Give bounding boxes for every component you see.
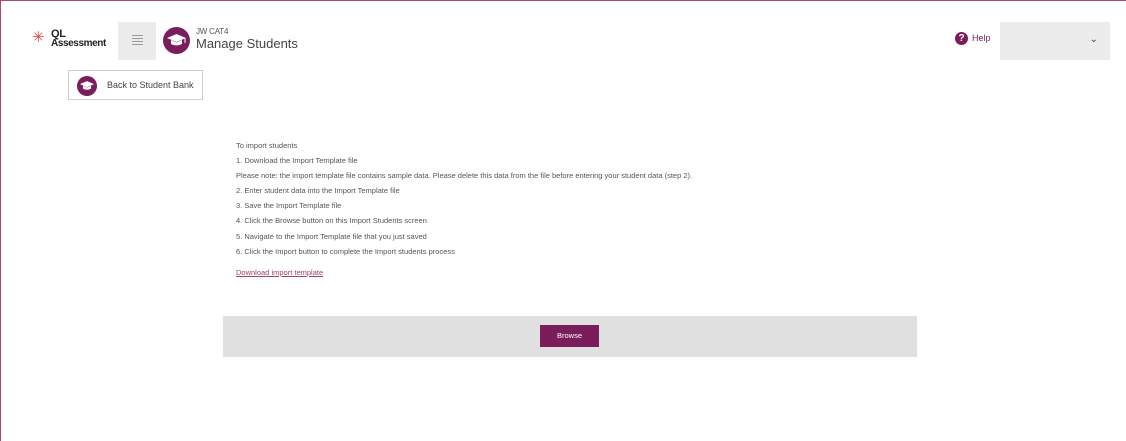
browse-bar: Browse [223,316,917,357]
graduation-cap-icon [163,27,190,54]
back-button-label: Back to Student Bank [107,80,194,90]
import-instructions: To import students 1. Download the Impor… [236,141,936,280]
logo-burst-icon: ✳ [32,29,45,46]
download-template-link[interactable]: Download import template [236,268,323,278]
menu-toggle-button[interactable] [118,22,156,60]
hamburger-icon [132,35,143,45]
instruction-step: 3. Save the Import Template file [236,201,342,211]
back-to-student-bank-button[interactable]: Back to Student Bank [68,70,203,100]
browse-button[interactable]: Browse [540,325,599,347]
instruction-note: Please note: the import template file co… [236,171,693,181]
logo-text-line2: Assessment [51,38,106,49]
chevron-down-icon: ⌄ [1089,34,1098,45]
page-subtitle: JW CAT4 [196,27,229,36]
instruction-heading: To import students [236,141,298,150]
help-link[interactable]: Help [972,33,991,43]
help-icon[interactable]: ? [955,32,968,45]
page-title: Manage Students [196,36,298,51]
app-header: ✳ QL Assessment JW CAT4 Manage Students … [0,15,1126,63]
ql-assessment-logo[interactable]: ✳ QL Assessment [32,28,120,51]
instruction-step: 5. Navigate to the Import Template file … [236,231,427,241]
graduation-cap-icon [77,76,97,96]
instruction-step: 6. Click the Import button to complete t… [236,246,455,256]
instruction-step: 2. Enter student data into the Import Te… [236,186,400,196]
user-menu-dropdown[interactable]: ⌄ [1000,22,1110,60]
instruction-step: 1. Download the Import Template file [236,156,358,166]
instruction-step: 4. Click the Browse button on this Impor… [236,216,427,226]
